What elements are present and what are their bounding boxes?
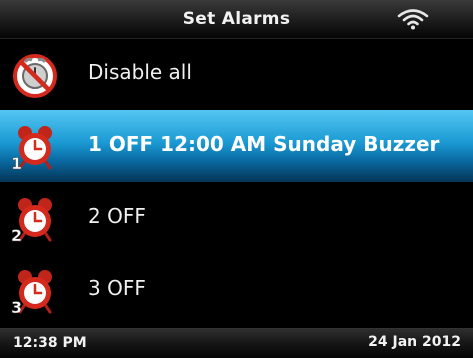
- status-time: 12:38 PM: [13, 335, 87, 351]
- wifi-icon: [397, 9, 429, 30]
- menu-item-label: 2 OFF: [88, 204, 146, 228]
- menu-item-disable-all[interactable]: Disable all: [0, 38, 473, 110]
- alarm-number-badge: 2: [11, 226, 22, 242]
- status-date: 24 Jan 2012: [368, 334, 461, 350]
- menu-item-label: 3 OFF: [88, 276, 146, 300]
- menu-item-alarm-1[interactable]: 1 1 OFF 12:00 AM Sunday Buzzer: [0, 110, 473, 182]
- status-bar: 12:38 PM 24 Jan 2012: [0, 328, 473, 358]
- alarm-clock-icon: 2: [11, 198, 52, 242]
- alarm-menu: Disable all 1 1 OFF 12:00 AM Sunday Buzz…: [0, 38, 473, 328]
- menu-item-alarm-3[interactable]: 3 3 OFF: [0, 254, 473, 326]
- alarm-number-badge: 3: [11, 298, 22, 314]
- alarm-clock-icon: 1: [11, 126, 52, 170]
- alarm-number-badge: 1: [11, 154, 22, 170]
- menu-item-label: Disable all: [88, 60, 192, 84]
- menu-item-alarm-2[interactable]: 2 2 OFF: [0, 182, 473, 254]
- alarm-clock-icon: 3: [11, 270, 52, 314]
- menu-item-label: 1 OFF 12:00 AM Sunday Buzzer: [88, 132, 440, 156]
- disable-alarm-icon: [13, 54, 57, 98]
- title-bar: Set Alarms: [0, 0, 473, 39]
